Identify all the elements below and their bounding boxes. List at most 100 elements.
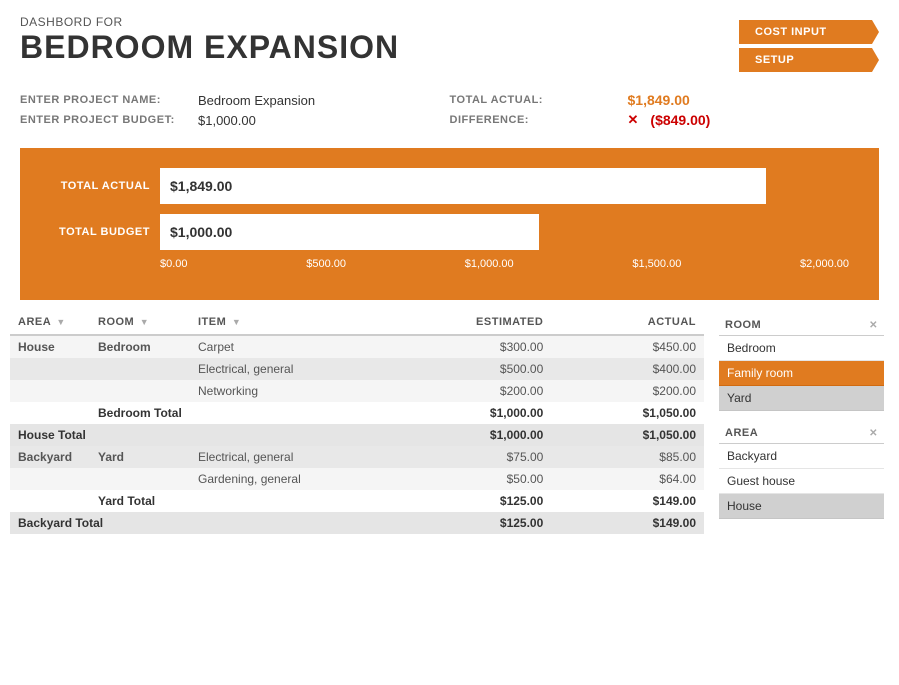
cell-item: Electrical, general bbox=[190, 446, 451, 468]
dashboard-subtitle: DASHBORD FOR bbox=[20, 15, 399, 29]
cell-actual: $85.00 bbox=[551, 446, 704, 468]
room-filter-header: ROOM ✕ bbox=[719, 315, 884, 336]
table-row: Yard Total $125.00 $149.00 bbox=[10, 490, 704, 512]
cell-subtotal-actual: $149.00 bbox=[551, 490, 704, 512]
cell-area bbox=[10, 490, 90, 512]
cell-areatotal-actual: $149.00 bbox=[551, 512, 704, 534]
difference-value: ($849.00) bbox=[650, 112, 710, 128]
table-row: Gardening, general $50.00 $64.00 bbox=[10, 468, 704, 490]
header: DASHBORD FOR BEDROOM EXPANSION COST INPU… bbox=[0, 0, 899, 82]
cell-item: Electrical, general bbox=[190, 358, 451, 380]
area-filter-clear[interactable]: ✕ bbox=[869, 428, 878, 439]
cell-room: Bedroom bbox=[90, 335, 190, 358]
table-row: Networking $200.00 $200.00 bbox=[10, 380, 704, 402]
header-left: DASHBORD FOR BEDROOM EXPANSION bbox=[20, 15, 399, 66]
table-row: House Bedroom Carpet $300.00 $450.00 bbox=[10, 335, 704, 358]
cell-estimated: $300.00 bbox=[451, 335, 551, 358]
cell-area bbox=[10, 468, 90, 490]
project-info: ENTER PROJECT NAME: Bedroom Expansion TO… bbox=[0, 82, 899, 138]
project-budget-value: $1,000.00 bbox=[198, 113, 256, 128]
table-row: Backyard Total $125.00 $149.00 bbox=[10, 512, 704, 534]
chart-actual-label: TOTAL ACTUAL bbox=[50, 180, 150, 192]
chart-actual-row: TOTAL ACTUAL $1,849.00 bbox=[50, 168, 849, 204]
xaxis-1: $500.00 bbox=[306, 258, 346, 270]
cell-areatotal-label: House Total bbox=[10, 424, 451, 446]
col-header-room[interactable]: ROOM ▼ bbox=[90, 310, 190, 335]
area-filter-label: AREA bbox=[725, 427, 758, 439]
cell-subtotal-label: Bedroom Total bbox=[90, 402, 451, 424]
cell-actual: $200.00 bbox=[551, 380, 704, 402]
room-filter-item[interactable]: Family room bbox=[719, 361, 884, 386]
total-actual-value: $1,849.00 bbox=[628, 92, 690, 108]
area-filter-item[interactable]: House bbox=[719, 494, 884, 519]
cell-estimated: $75.00 bbox=[451, 446, 551, 468]
chart-rows: TOTAL ACTUAL $1,849.00 TOTAL BUDGET $1,0… bbox=[50, 168, 849, 250]
cell-actual: $400.00 bbox=[551, 358, 704, 380]
total-actual-label: TOTAL ACTUAL: bbox=[450, 94, 620, 106]
project-name-label: ENTER PROJECT NAME: bbox=[20, 94, 190, 106]
page-title: BEDROOM EXPANSION bbox=[20, 29, 399, 66]
cell-estimated: $200.00 bbox=[451, 380, 551, 402]
cell-areatotal-estimated: $125.00 bbox=[451, 512, 551, 534]
table-row: Bedroom Total $1,000.00 $1,050.00 bbox=[10, 402, 704, 424]
cell-estimated: $500.00 bbox=[451, 358, 551, 380]
room-filter-item[interactable]: Yard bbox=[719, 386, 884, 411]
table-row: Backyard Yard Electrical, general $75.00… bbox=[10, 446, 704, 468]
room-filter-clear[interactable]: ✕ bbox=[869, 320, 878, 331]
room-filter-section: ROOM ✕ BedroomFamily roomYard bbox=[719, 315, 884, 411]
cell-subtotal-label: Yard Total bbox=[90, 490, 451, 512]
difference-row: DIFFERENCE: ✕ ($849.00) bbox=[450, 112, 880, 128]
table-row: Electrical, general $500.00 $400.00 bbox=[10, 358, 704, 380]
cell-area: Backyard bbox=[10, 446, 90, 468]
cell-subtotal-actual: $1,050.00 bbox=[551, 402, 704, 424]
cell-room bbox=[90, 380, 190, 402]
cell-actual: $64.00 bbox=[551, 468, 704, 490]
chart-budget-row: TOTAL BUDGET $1,000.00 bbox=[50, 214, 849, 250]
cell-actual: $450.00 bbox=[551, 335, 704, 358]
area-filter-section: AREA ✕ BackyardGuest houseHouse bbox=[719, 423, 884, 519]
cell-item: Carpet bbox=[190, 335, 451, 358]
cell-subtotal-estimated: $1,000.00 bbox=[451, 402, 551, 424]
chart-budget-label: TOTAL BUDGET bbox=[50, 226, 150, 238]
data-table: AREA ▼ ROOM ▼ ITEM ▼ ESTIMATED ACTUAL bbox=[10, 310, 704, 534]
xaxis-2: $1,000.00 bbox=[465, 258, 514, 270]
xaxis-3: $1,500.00 bbox=[632, 258, 681, 270]
table-header-row: AREA ▼ ROOM ▼ ITEM ▼ ESTIMATED ACTUAL bbox=[10, 310, 704, 335]
table-row: House Total $1,000.00 $1,050.00 bbox=[10, 424, 704, 446]
cell-item: Gardening, general bbox=[190, 468, 451, 490]
header-nav: COST INPUT SETUP bbox=[739, 20, 879, 72]
table-area: AREA ▼ ROOM ▼ ITEM ▼ ESTIMATED ACTUAL bbox=[0, 310, 899, 536]
cell-subtotal-estimated: $125.00 bbox=[451, 490, 551, 512]
col-header-area[interactable]: AREA ▼ bbox=[10, 310, 90, 335]
chart-budget-bar-container: $1,000.00 bbox=[160, 214, 849, 250]
area-filter-item[interactable]: Backyard bbox=[719, 444, 884, 469]
room-filter-item[interactable]: Bedroom bbox=[719, 336, 884, 361]
item-filter-icon[interactable]: ▼ bbox=[232, 317, 241, 327]
cell-area bbox=[10, 380, 90, 402]
col-header-estimated: ESTIMATED bbox=[451, 310, 551, 335]
chart-container: TOTAL ACTUAL $1,849.00 TOTAL BUDGET $1,0… bbox=[20, 148, 879, 300]
room-filter-icon[interactable]: ▼ bbox=[140, 317, 149, 327]
cell-room: Yard bbox=[90, 446, 190, 468]
project-budget-row: ENTER PROJECT BUDGET: $1,000.00 bbox=[20, 112, 450, 128]
cell-areatotal-label: Backyard Total bbox=[10, 512, 451, 534]
setup-button[interactable]: SETUP bbox=[739, 48, 879, 72]
xaxis-0: $0.00 bbox=[160, 258, 188, 270]
chart-actual-bar: $1,849.00 bbox=[160, 168, 766, 204]
area-filter-item[interactable]: Guest house bbox=[719, 469, 884, 494]
project-name-value: Bedroom Expansion bbox=[198, 93, 315, 108]
room-items: BedroomFamily roomYard bbox=[719, 336, 884, 411]
area-items: BackyardGuest houseHouse bbox=[719, 444, 884, 519]
area-filter-icon[interactable]: ▼ bbox=[56, 317, 65, 327]
project-budget-label: ENTER PROJECT BUDGET: bbox=[20, 114, 190, 126]
xaxis-4: $2,000.00 bbox=[800, 258, 849, 270]
cell-areatotal-estimated: $1,000.00 bbox=[451, 424, 551, 446]
cost-input-button[interactable]: COST INPUT bbox=[739, 20, 879, 44]
side-panel: ROOM ✕ BedroomFamily roomYard AREA ✕ Bac… bbox=[714, 310, 889, 536]
chart-actual-value: $1,849.00 bbox=[170, 178, 232, 194]
cell-estimated: $50.00 bbox=[451, 468, 551, 490]
area-filter-header: AREA ✕ bbox=[719, 423, 884, 444]
cell-item: Networking bbox=[190, 380, 451, 402]
col-header-item[interactable]: ITEM ▼ bbox=[190, 310, 451, 335]
cell-room bbox=[90, 358, 190, 380]
